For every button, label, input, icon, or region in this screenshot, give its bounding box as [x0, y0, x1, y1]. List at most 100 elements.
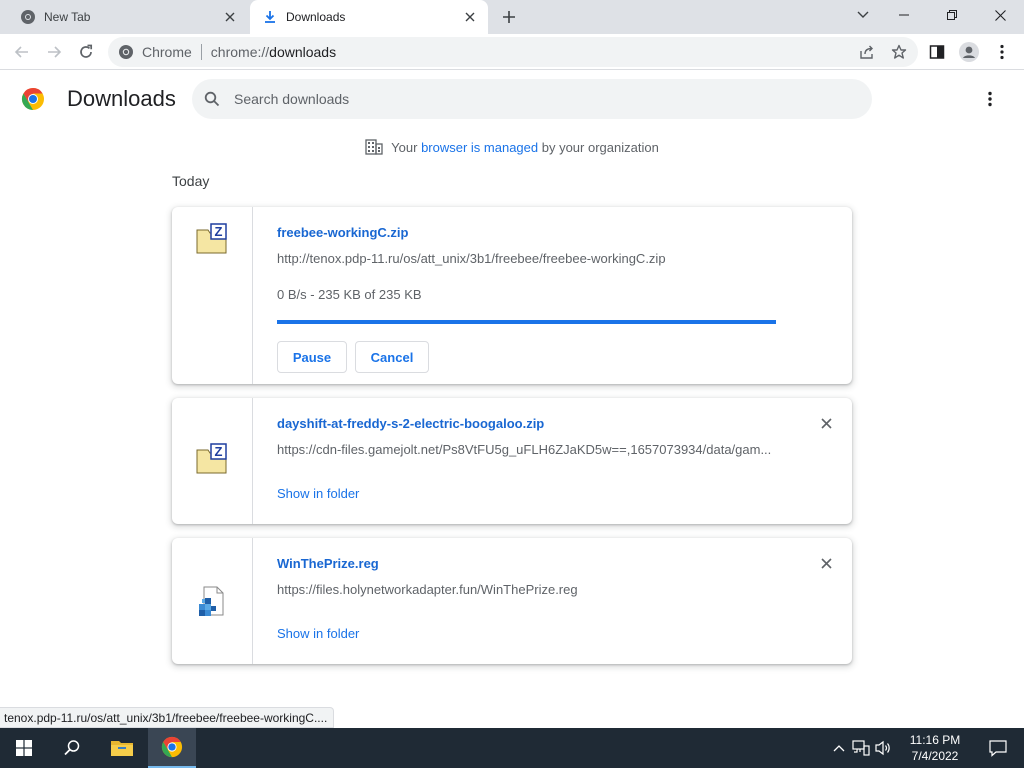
search-icon	[64, 740, 80, 756]
downloads-more-actions-button[interactable]	[978, 87, 1002, 111]
file-explorer-button[interactable]	[98, 728, 146, 768]
url-host: downloads	[269, 44, 337, 60]
page-title: Downloads	[67, 86, 176, 111]
system-tray	[828, 728, 894, 768]
file-name-link[interactable]: dayshift-at-freddy-s-2-electric-boogaloo…	[277, 416, 544, 431]
network-icon	[852, 740, 870, 756]
building-icon	[365, 139, 383, 155]
download-progress-bar	[277, 320, 776, 324]
window-controls	[880, 0, 1024, 30]
plus-icon	[503, 11, 515, 23]
taskbar-search-button[interactable]	[48, 728, 96, 768]
network-button[interactable]	[850, 728, 872, 768]
downloads-header: Downloads	[0, 71, 1024, 127]
chrome-icon	[119, 45, 133, 59]
chrome-tab-icon	[21, 10, 35, 24]
volume-button[interactable]	[872, 728, 894, 768]
close-icon	[820, 557, 832, 569]
tab-title: New Tab	[44, 10, 91, 24]
download-icon-column	[172, 538, 253, 664]
clock-time: 11:16 PM	[909, 733, 961, 747]
file-name-link[interactable]: WinThePrize.reg	[277, 556, 379, 571]
file-url[interactable]: http://tenox.pdp-11.ru/os/att_unix/3b1/f…	[277, 251, 777, 266]
download-status: 0 B/s - 235 KB of 235 KB	[277, 287, 422, 302]
search-icon	[204, 91, 220, 107]
speaker-icon	[875, 740, 890, 756]
browser-toolbar: Chrome chrome://downloads	[0, 34, 1024, 70]
action-center-button[interactable]	[988, 738, 1008, 758]
close-icon	[994, 9, 1006, 21]
tab-search-button[interactable]	[850, 4, 876, 26]
share-button[interactable]	[856, 41, 878, 63]
tab-new-tab[interactable]: New Tab	[8, 0, 248, 34]
search-input[interactable]	[234, 91, 834, 107]
download-item: WinThePrize.reg https://files.holynetwor…	[172, 538, 852, 664]
share-icon	[860, 45, 873, 59]
show-hidden-icons-button[interactable]	[828, 728, 850, 768]
file-url[interactable]: https://files.holynetworkadapter.fun/Win…	[277, 582, 777, 597]
notification-icon	[989, 740, 1007, 757]
pause-button[interactable]: Pause	[277, 341, 347, 373]
tab-title: Downloads	[286, 10, 346, 24]
close-icon	[820, 417, 832, 429]
download-icon-column: Z	[172, 398, 253, 524]
taskbar-clock[interactable]: 11:16 PM 7/4/2022	[904, 732, 966, 764]
bookmark-button[interactable]	[888, 41, 910, 63]
managed-notice: Your browser is managed by your organiza…	[0, 139, 1024, 155]
managed-prefix: Your	[391, 139, 422, 155]
profile-button[interactable]	[955, 38, 983, 66]
chrome-taskbar-button[interactable]	[148, 728, 196, 768]
zip-file-icon: Z	[196, 223, 227, 254]
download-icon-column: Z	[172, 207, 253, 384]
url-scheme: chrome://	[210, 44, 270, 60]
site-chip-label: Chrome	[142, 44, 192, 60]
svg-text:Z: Z	[215, 224, 223, 239]
back-button[interactable]	[8, 38, 36, 66]
remove-download-button[interactable]	[818, 415, 834, 431]
close-icon[interactable]	[462, 9, 478, 25]
forward-button[interactable]	[40, 38, 68, 66]
start-button[interactable]	[0, 728, 48, 768]
minimize-button[interactable]	[880, 0, 928, 30]
restore-button[interactable]	[928, 0, 976, 30]
registry-file-icon	[199, 586, 224, 616]
new-tab-button[interactable]	[498, 6, 520, 28]
avatar-icon	[959, 42, 979, 62]
close-window-button[interactable]	[976, 0, 1024, 30]
restore-icon	[947, 10, 957, 20]
side-panel-button[interactable]	[923, 38, 951, 66]
tab-downloads[interactable]: Downloads	[250, 0, 488, 34]
search-downloads-box[interactable]	[192, 79, 872, 119]
download-item: Z freebee-workingC.zip http://tenox.pdp-…	[172, 207, 852, 384]
arrow-right-icon	[48, 46, 62, 58]
zip-file-icon: Z	[196, 443, 227, 474]
clock-date: 7/4/2022	[911, 749, 959, 763]
cancel-button[interactable]: Cancel	[355, 341, 429, 373]
chrome-logo-icon	[21, 88, 44, 110]
folder-icon	[111, 741, 133, 756]
chevron-down-icon	[857, 11, 869, 18]
managed-suffix: by your organization	[538, 139, 659, 155]
arrow-left-icon	[14, 46, 28, 58]
star-icon	[891, 44, 907, 59]
taskbar: 11:16 PM 7/4/2022	[0, 728, 1024, 768]
browser-managed-link[interactable]: browser is managed	[421, 140, 538, 155]
site-chip[interactable]: Chrome	[118, 44, 192, 60]
close-icon[interactable]	[222, 9, 238, 25]
progress-fill	[277, 320, 776, 324]
svg-text:Z: Z	[215, 444, 223, 459]
chrome-menu-button[interactable]	[988, 38, 1016, 66]
file-name-link[interactable]: freebee-workingC.zip	[277, 225, 408, 240]
date-heading: Today	[172, 173, 210, 189]
show-in-folder-link[interactable]: Show in folder	[277, 486, 359, 501]
address-bar[interactable]: Chrome chrome://downloads	[108, 37, 918, 67]
reload-icon	[80, 44, 93, 58]
download-icon	[265, 11, 275, 23]
more-vert-icon	[1000, 44, 1004, 60]
show-in-folder-link[interactable]: Show in folder	[277, 626, 359, 641]
link-status-bubble: tenox.pdp-11.ru/os/att_unix/3b1/freebee/…	[0, 707, 335, 728]
remove-download-button[interactable]	[818, 555, 834, 571]
file-url[interactable]: https://cdn-files.gamejolt.net/Ps8VtFU5g…	[277, 442, 777, 457]
chevron-up-icon	[833, 745, 845, 752]
reload-button[interactable]	[72, 38, 100, 66]
